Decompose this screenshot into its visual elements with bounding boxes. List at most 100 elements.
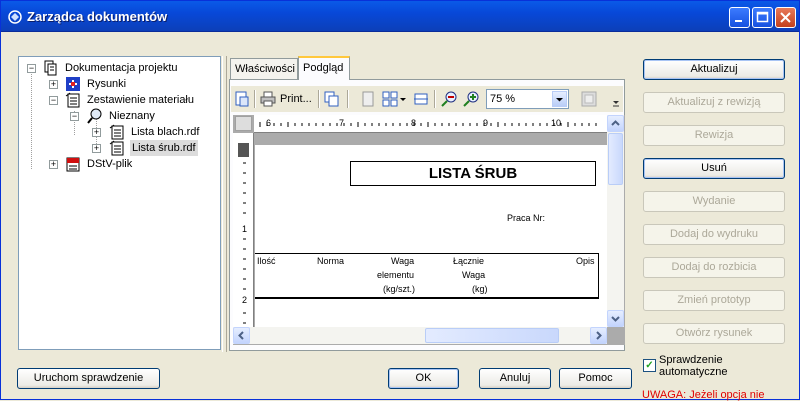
tree-connector <box>31 71 32 169</box>
copy-icon[interactable] <box>324 91 340 107</box>
dstv-file-icon <box>66 157 80 172</box>
tree-label-selected: Lista śrub.rdf <box>130 140 198 156</box>
zoom-select[interactable]: 75 % <box>486 89 569 109</box>
title-bar[interactable]: Zarządca dokumentów <box>1 1 799 32</box>
collapse-toggle[interactable]: − <box>49 96 58 105</box>
material-list-icon <box>65 92 80 108</box>
ruler-margin-marker <box>238 143 249 157</box>
preview-vertical-scrollbar[interactable] <box>607 115 624 327</box>
help-button[interactable]: Pomoc <box>559 368 632 389</box>
col-header-norm: Norma <box>317 256 345 266</box>
single-page-icon[interactable] <box>360 91 376 107</box>
col-header-weight: Waga <box>391 256 415 266</box>
expand-toggle[interactable]: + <box>49 80 58 89</box>
panel-splitter[interactable] <box>222 56 227 352</box>
report-file-icon <box>109 140 124 156</box>
document-tree[interactable]: − Dokumentacja projektu + Rysunki − Zest… <box>18 56 221 350</box>
cancel-button[interactable]: Anuluj <box>479 368 551 389</box>
col-header-qty: Ilość <box>257 256 276 266</box>
column-header-box <box>255 253 599 299</box>
dropdown-arrow-icon[interactable] <box>399 91 407 107</box>
toolbar-overflow-icon[interactable] <box>611 91 621 107</box>
minimize-button[interactable] <box>729 7 750 28</box>
maximize-icon <box>756 11 769 23</box>
update-button[interactable]: Aktualizuj <box>643 59 785 80</box>
ruler-label: 9 <box>483 118 489 128</box>
ruler-label: 6 <box>266 118 272 128</box>
col-header-total-unit: (kg) <box>472 284 488 294</box>
minimize-icon <box>735 20 742 22</box>
chevron-down-icon <box>611 316 620 322</box>
auto-check-checkbox[interactable]: ✓ <box>643 359 656 372</box>
chevron-left-icon <box>238 331 244 340</box>
tree-label: Dokumentacja projektu <box>65 62 178 74</box>
tab-preview[interactable]: Podgląd <box>298 56 350 80</box>
tree-label: Lista blach.rdf <box>131 126 200 138</box>
printer-icon[interactable] <box>260 91 276 107</box>
tree-label: Rysunki <box>87 78 127 90</box>
scroll-left-button[interactable] <box>233 327 250 344</box>
zoom-value: 75 % <box>490 93 516 105</box>
revision-button[interactable]: Rewizja <box>643 125 785 146</box>
zoom-out-icon[interactable] <box>441 91 457 107</box>
multi-page-icon[interactable] <box>382 91 398 107</box>
toolbar-separator <box>254 90 256 108</box>
scroll-up-button[interactable] <box>607 115 624 132</box>
warning-text: UWAGA: Jeżeli opcja nie <box>642 389 765 401</box>
zoom-dropdown-button[interactable] <box>552 91 567 107</box>
scroll-down-button[interactable] <box>607 310 624 327</box>
change-prototype-button[interactable]: Zmień prototyp <box>643 290 785 311</box>
scroll-thumb[interactable] <box>425 328 559 343</box>
report-title: LISTA ŚRUB <box>350 161 596 186</box>
zoom-in-icon[interactable] <box>463 91 479 107</box>
open-drawing-button[interactable]: Otwórz rysunek <box>643 323 785 344</box>
close-button[interactable] <box>775 7 796 28</box>
collapse-toggle[interactable]: − <box>27 64 36 73</box>
issue-button[interactable]: Wydanie <box>643 191 785 212</box>
report-file-icon <box>109 124 124 140</box>
col-header-total-line2: Waga <box>462 270 486 280</box>
tab-properties[interactable]: Właściwości <box>230 58 298 79</box>
ruler-label: 10 <box>551 118 562 128</box>
collapse-toggle[interactable]: − <box>70 112 79 121</box>
ok-button[interactable]: OK <box>388 368 459 389</box>
col-header-total: Łącznie <box>453 256 485 266</box>
maximize-button[interactable] <box>752 7 773 28</box>
document-manager-icon <box>8 10 22 24</box>
add-to-split-button[interactable]: Dodaj do rozbicia <box>643 257 785 278</box>
magnifier-icon <box>87 108 102 124</box>
print-button-label[interactable]: Print... <box>280 93 312 105</box>
expand-toggle[interactable]: + <box>92 144 101 153</box>
run-check-button[interactable]: Uruchom sprawdzenie <box>17 368 160 389</box>
expand-toggle[interactable]: + <box>92 128 101 137</box>
job-number-label: Praca Nr: <box>507 213 546 223</box>
tree-label: Zestawienie materiału <box>87 94 194 106</box>
chevron-right-icon <box>596 331 602 340</box>
toolbar-separator <box>434 90 436 108</box>
close-preview-icon[interactable] <box>581 91 597 107</box>
close-icon <box>780 12 791 23</box>
window-title: Zarządca dokumentów <box>27 9 168 24</box>
col-header-desc: Opis <box>576 256 595 266</box>
scroll-thumb[interactable] <box>608 133 623 185</box>
document-manager-window: Zarządca dokumentów − Dokumentacja proje… <box>0 0 800 401</box>
ruler-corner <box>235 116 252 131</box>
ruler-label: 7 <box>339 118 345 128</box>
tree-label: Nieznany <box>109 110 155 122</box>
report-page: LISTA ŚRUB Praca Nr: Ilość Norma Waga el… <box>255 145 607 327</box>
add-to-print-button[interactable]: Dodaj do wydruku <box>643 224 785 245</box>
scroll-right-button[interactable] <box>590 327 607 344</box>
auto-check-label: Sprawdzenie automatyczne <box>659 354 728 378</box>
col-header-weight-unit: (kg/szt.) <box>383 284 416 294</box>
toolbar-separator <box>347 90 349 108</box>
chevron-down-icon <box>556 98 563 102</box>
page-width-icon[interactable] <box>413 91 429 107</box>
vertical-ruler: 1 2 <box>233 133 254 327</box>
col-header-weight-line2: elementu <box>377 270 415 280</box>
expand-toggle[interactable]: + <box>49 160 58 169</box>
chevron-up-icon <box>611 120 620 126</box>
delete-button[interactable]: Usuń <box>643 158 785 179</box>
preview-horizontal-scrollbar[interactable] <box>233 327 607 344</box>
page-setup-icon[interactable] <box>234 91 250 107</box>
update-with-revision-button[interactable]: Aktualizuj z rewizją <box>643 92 785 113</box>
